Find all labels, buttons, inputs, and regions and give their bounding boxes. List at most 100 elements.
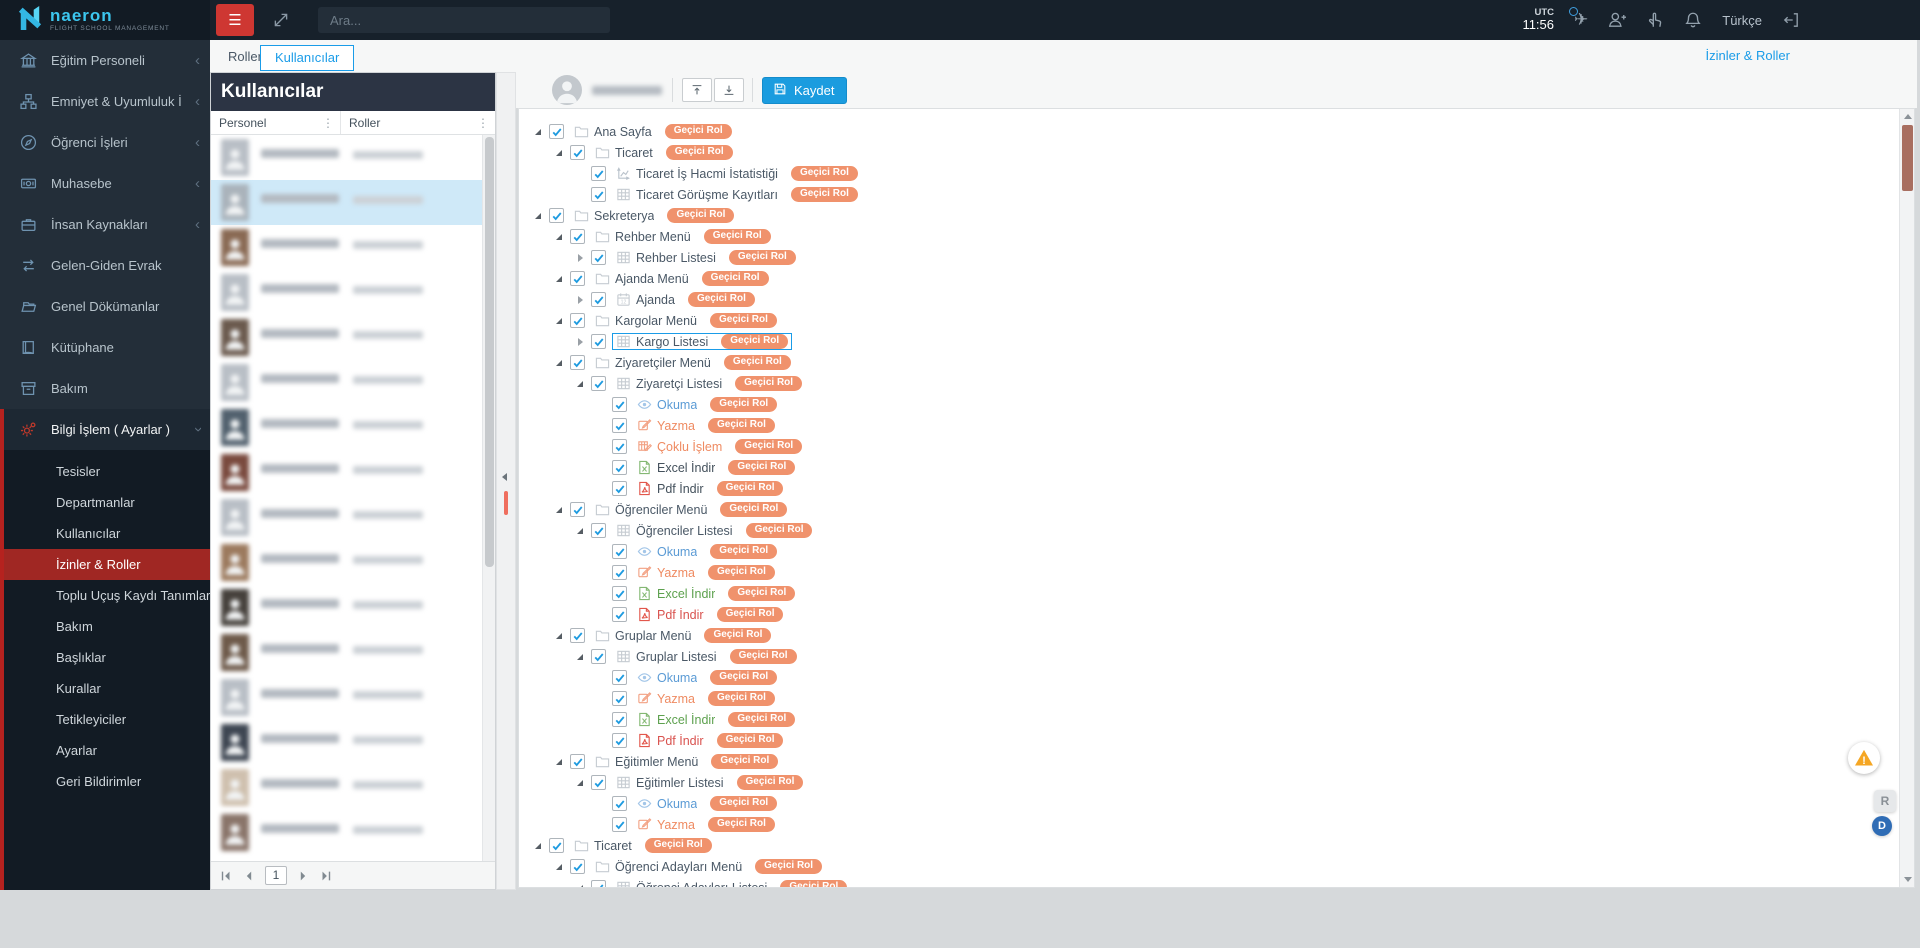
tree-node-body[interactable]: Okuma Geçici Rol <box>633 543 781 560</box>
tree-checkbox-checked[interactable] <box>612 397 627 412</box>
user-row[interactable] <box>211 495 495 540</box>
user-row[interactable] <box>211 585 495 630</box>
tree-expander-open-icon[interactable] <box>554 147 566 159</box>
sidebar-subitem-i-zinler-roller[interactable]: İzinler & Roller <box>4 549 210 580</box>
sidebar-subitem-tetikleyiciler[interactable]: Tetikleyiciler <box>4 704 210 735</box>
tree-node-body[interactable]: Ticaret İş Hacmi İstatistiği Geçici Rol <box>612 165 862 182</box>
tree-node-body[interactable]: Okuma Geçici Rol <box>633 396 781 413</box>
tree-checkbox-checked[interactable] <box>549 208 564 223</box>
user-row[interactable] <box>211 450 495 495</box>
user-row[interactable] <box>211 405 495 450</box>
tree-node-body[interactable]: Yazma Geçici Rol <box>633 564 779 581</box>
tree-expander-open-icon[interactable] <box>554 504 566 516</box>
column-header-personel[interactable]: Personel ⋮ <box>211 111 341 134</box>
tree-node-body[interactable]: Ziyaretçiler Menü Geçici Rol <box>591 354 795 371</box>
tree-node-body[interactable]: Pdf İndir Geçici Rol <box>633 732 787 749</box>
tree-node-body[interactable]: Öğrenci Adayları Listesi Geçici Rol <box>612 879 851 887</box>
tree-checkbox-checked[interactable] <box>570 145 585 160</box>
tree-checkbox-checked[interactable] <box>591 376 606 391</box>
last-page-button[interactable] <box>319 869 333 883</box>
sidebar-item-gelen-giden-evrak[interactable]: Gelen-Giden Evrak <box>0 245 210 286</box>
tree-checkbox-checked[interactable] <box>570 313 585 328</box>
tree-checkbox-checked[interactable] <box>570 271 585 286</box>
tree-checkbox-checked[interactable] <box>612 460 627 475</box>
hamburger-menu-button[interactable]: ☰ <box>216 4 254 36</box>
scroll-down-icon[interactable] <box>1904 877 1912 882</box>
tree-node-body[interactable]: Çoklu İşlem Geçici Rol <box>633 438 806 455</box>
tree-node-body[interactable]: Ajanda Menü Geçici Rol <box>591 270 773 287</box>
tree-checkbox-checked[interactable] <box>591 292 606 307</box>
user-row[interactable] <box>211 540 495 585</box>
user-row[interactable] <box>211 180 495 225</box>
tree-node-body[interactable]: Ticaret Geçici Rol <box>591 144 737 161</box>
column-menu-icon[interactable]: ⋮ <box>322 116 334 130</box>
users-list-scrollbar-thumb[interactable] <box>485 137 494 567</box>
sidebar-item-muhasebe[interactable]: Muhasebe ‹ <box>0 163 210 204</box>
tree-node-body[interactable]: Excel İndir Geçici Rol <box>633 711 799 728</box>
sidebar-subitem-kurallar[interactable]: Kurallar <box>4 673 210 704</box>
tab-kullanicilar[interactable]: Kullanıcılar <box>260 45 355 71</box>
scroll-up-icon[interactable] <box>1904 114 1912 119</box>
user-row[interactable] <box>211 270 495 315</box>
tree-expander-open-icon[interactable] <box>533 126 545 138</box>
tree-checkbox-checked[interactable] <box>549 124 564 139</box>
tree-checkbox-checked[interactable] <box>612 439 627 454</box>
first-page-button[interactable] <box>219 869 233 883</box>
column-menu-icon[interactable]: ⋮ <box>477 116 489 130</box>
tree-checkbox-checked[interactable] <box>591 166 606 181</box>
search-input[interactable] <box>318 7 610 33</box>
tree-checkbox-checked[interactable] <box>570 355 585 370</box>
sidebar-section-label-row[interactable]: Bilgi İşlem ( Ayarlar ) ‹ <box>4 409 210 450</box>
tree-node-body[interactable]: Eğitimler Listesi Geçici Rol <box>612 774 807 791</box>
tree-node-body[interactable]: Sekreterya Geçici Rol <box>570 207 738 224</box>
sidebar-subitem-ba-l-klar[interactable]: Başlıklar <box>4 642 210 673</box>
tree-node-body[interactable]: Okuma Geçici Rol <box>633 669 781 686</box>
warning-badge[interactable]: ! <box>1848 742 1880 774</box>
tree-expander-open-icon[interactable] <box>554 273 566 285</box>
tree-scrollbar[interactable] <box>1899 109 1914 887</box>
notifications-bell-icon[interactable] <box>1684 11 1702 29</box>
tree-checkbox-checked[interactable] <box>612 796 627 811</box>
fullscreen-toggle-icon[interactable] <box>272 11 290 29</box>
tree-node-body[interactable]: Excel İndir Geçici Rol <box>633 459 799 476</box>
tree-node-body[interactable]: Öğrenciler Listesi Geçici Rol <box>612 522 816 539</box>
sidebar-item-k-t-phane[interactable]: Kütüphane <box>0 327 210 368</box>
tree-checkbox-checked[interactable] <box>591 775 606 790</box>
sidebar-subitem-departmanlar[interactable]: Departmanlar <box>4 487 210 518</box>
sidebar-subitem-toplu-u-u-kayd-tan-mlar[interactable]: Toplu Uçuş Kaydı Tanımları <box>4 580 210 611</box>
tree-node-body[interactable]: Ziyaretçi Listesi Geçici Rol <box>612 375 806 392</box>
user-row[interactable] <box>211 630 495 675</box>
tree-node-body[interactable]: 12 Ajanda Geçici Rol <box>612 291 759 308</box>
tree-checkbox-checked[interactable] <box>570 229 585 244</box>
sidebar-subitem-ayarlar[interactable]: Ayarlar <box>4 735 210 766</box>
tree-expander-open-icon[interactable] <box>575 378 587 390</box>
user-row[interactable] <box>211 765 495 810</box>
tree-node-body[interactable]: Okuma Geçici Rol <box>633 795 781 812</box>
user-row[interactable] <box>211 135 495 180</box>
tree-checkbox-checked[interactable] <box>591 250 606 265</box>
tree-node-body[interactable]: Excel İndir Geçici Rol <box>633 585 799 602</box>
sidebar-item-bak-m[interactable]: Bakım <box>0 368 210 409</box>
previous-page-button[interactable] <box>242 869 256 883</box>
sidebar-section-bilgi-islem[interactable]: Bilgi İşlem ( Ayarlar ) ‹ <box>0 409 210 450</box>
tree-node-body[interactable]: Kargolar Menü Geçici Rol <box>591 312 781 329</box>
tree-expander-open-icon[interactable] <box>554 315 566 327</box>
tree-checkbox-checked[interactable] <box>591 880 606 887</box>
user-row[interactable] <box>211 225 495 270</box>
tree-expander-open-icon[interactable] <box>554 630 566 642</box>
tree-node-body[interactable]: Yazma Geçici Rol <box>633 417 779 434</box>
sidebar-subitem-tesisler[interactable]: Tesisler <box>4 456 210 487</box>
tree-scrollbar-thumb[interactable] <box>1902 125 1913 191</box>
flight-time-icon[interactable]: ✈ <box>1569 7 1588 30</box>
tree-checkbox-checked[interactable] <box>549 838 564 853</box>
tree-expander-open-icon[interactable] <box>554 861 566 873</box>
tree-checkbox-checked[interactable] <box>612 544 627 559</box>
tree-checkbox-checked[interactable] <box>570 754 585 769</box>
tree-expander-closed-icon[interactable] <box>575 294 587 306</box>
panel-splitter[interactable] <box>496 72 516 890</box>
add-user-icon[interactable] <box>1608 11 1627 29</box>
expand-all-button[interactable] <box>714 78 744 102</box>
sidebar-item-emniyet-uyumluluk-i-zleme[interactable]: Emniyet & Uyumluluk İzleme ‹ <box>0 81 210 122</box>
sidebar-subitem-kullan-c-lar[interactable]: Kullanıcılar <box>4 518 210 549</box>
sidebar-subitem-geri-bildirimler[interactable]: Geri Bildirimler <box>4 766 210 797</box>
